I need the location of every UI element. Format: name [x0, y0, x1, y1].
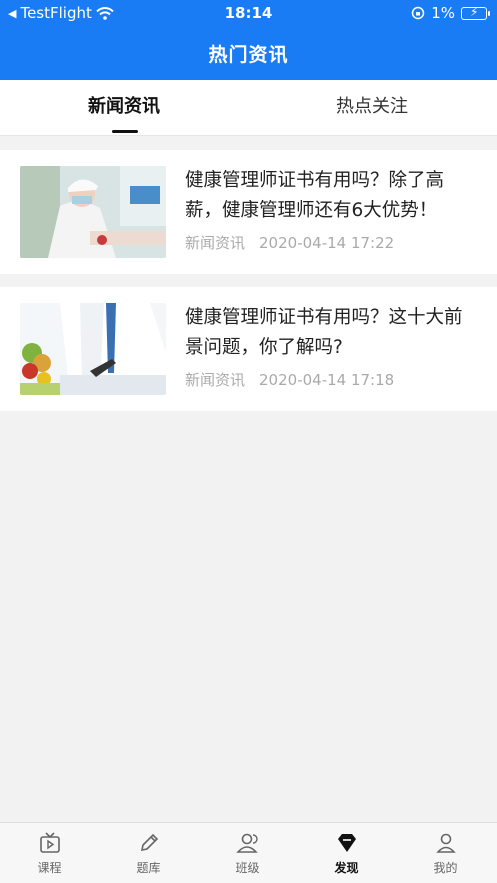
news-item[interactable]: 健康管理师证书有用吗？这十大前景问题，你了解吗? 新闻资讯 2020-04-14 …: [0, 287, 497, 411]
news-date: 2020-04-14 17:22: [259, 234, 395, 252]
tab-news[interactable]: 新闻资讯: [0, 80, 248, 136]
news-meta: 新闻资讯 2020-04-14 17:22: [185, 232, 394, 253]
news-thumbnail: [20, 166, 166, 258]
status-bar: ◀ TestFlight 18:14 1% ⚡: [0, 0, 497, 26]
news-title: 健康管理师证书有用吗？除了高薪，健康管理师还有6大优势！: [185, 170, 445, 221]
news-category: 新闻资讯: [185, 371, 246, 389]
tv-icon: [39, 832, 60, 853]
person-icon: [435, 833, 456, 853]
header-bar: ◀ TestFlight 18:14 1% ⚡ 热门资讯: [0, 0, 497, 80]
nav-class-label: 班级: [235, 861, 260, 875]
diamond-icon: [337, 834, 356, 852]
nav-discover-label: 发现: [334, 861, 359, 875]
battery-percent: 1%: [431, 4, 455, 22]
news-meta: 新闻资讯 2020-04-14 17:18: [185, 369, 394, 390]
group-icon: [235, 833, 258, 853]
nav-question-bank-label: 题库: [136, 861, 161, 875]
news-category: 新闻资讯: [185, 234, 246, 252]
battery-icon: ⚡: [461, 5, 490, 20]
nav-courses[interactable]: 课程: [0, 831, 99, 876]
nav-mine-label: 我的: [433, 861, 458, 875]
bottom-nav: 课程 题库 班级 发现 我的: [0, 822, 497, 883]
news-thumbnail: [20, 303, 166, 395]
nav-discover[interactable]: 发现: [297, 831, 396, 876]
nav-class[interactable]: 班级: [198, 831, 297, 876]
tab-bar: 新闻资讯 热点关注: [0, 80, 497, 136]
news-list: 健康管理师证书有用吗？除了高薪，健康管理师还有6大优势！ 新闻资讯 2020-04…: [0, 150, 497, 424]
news-item[interactable]: 健康管理师证书有用吗？除了高薪，健康管理师还有6大优势！ 新闻资讯 2020-04…: [0, 150, 497, 274]
nav-mine[interactable]: 我的: [396, 831, 495, 876]
orientation-lock-icon: [411, 6, 425, 20]
news-date: 2020-04-14 17:18: [259, 371, 395, 389]
tab-hot-topics[interactable]: 热点关注: [248, 80, 496, 136]
news-title: 健康管理师证书有用吗？这十大前景问题，你了解吗?: [185, 307, 463, 358]
status-right: 1% ⚡: [411, 4, 490, 22]
nav-courses-label: 课程: [37, 861, 62, 875]
active-tab-indicator: [112, 130, 138, 133]
page-title: 热门资讯: [208, 44, 289, 66]
pencil-icon: [140, 833, 158, 852]
nav-question-bank[interactable]: 题库: [99, 831, 198, 876]
